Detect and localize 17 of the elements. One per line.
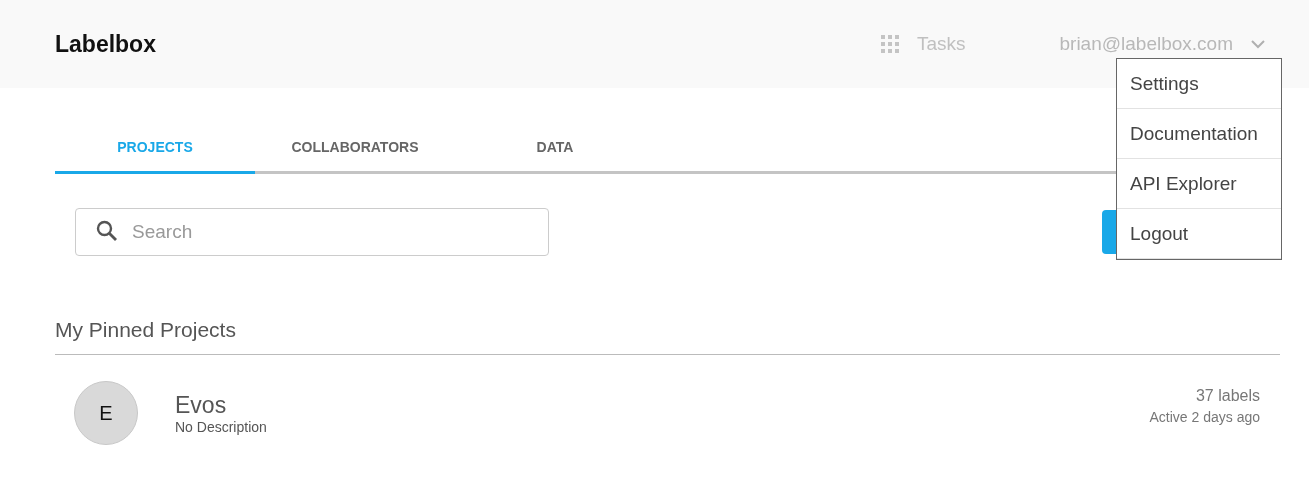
chevron-down-icon — [1251, 39, 1265, 49]
tab[interactable]: COLLABORATORS — [255, 122, 455, 174]
project-name: Evos — [175, 391, 228, 419]
tab[interactable]: DATA — [455, 122, 655, 174]
menu-item[interactable]: Settings — [1117, 59, 1281, 109]
project-description: No Description — [175, 418, 268, 435]
section-heading: My Pinned Projects — [55, 318, 1280, 355]
menu-item[interactable]: Logout — [1117, 209, 1281, 259]
label-count: 37 labels — [1195, 387, 1260, 405]
project-row[interactable]: E Evos No Description 37 labels Active 2 days ago — [55, 355, 1280, 445]
search-field[interactable]: Search — [75, 208, 549, 256]
activity-time: Active 2 days ago — [1149, 409, 1260, 425]
logo[interactable]: Labelbox — [55, 30, 156, 58]
menu-item[interactable]: Documentation — [1117, 109, 1281, 159]
grid-icon — [880, 35, 899, 53]
menu-item[interactable]: API Explorer — [1117, 159, 1281, 209]
project-avatar: E — [74, 381, 138, 445]
